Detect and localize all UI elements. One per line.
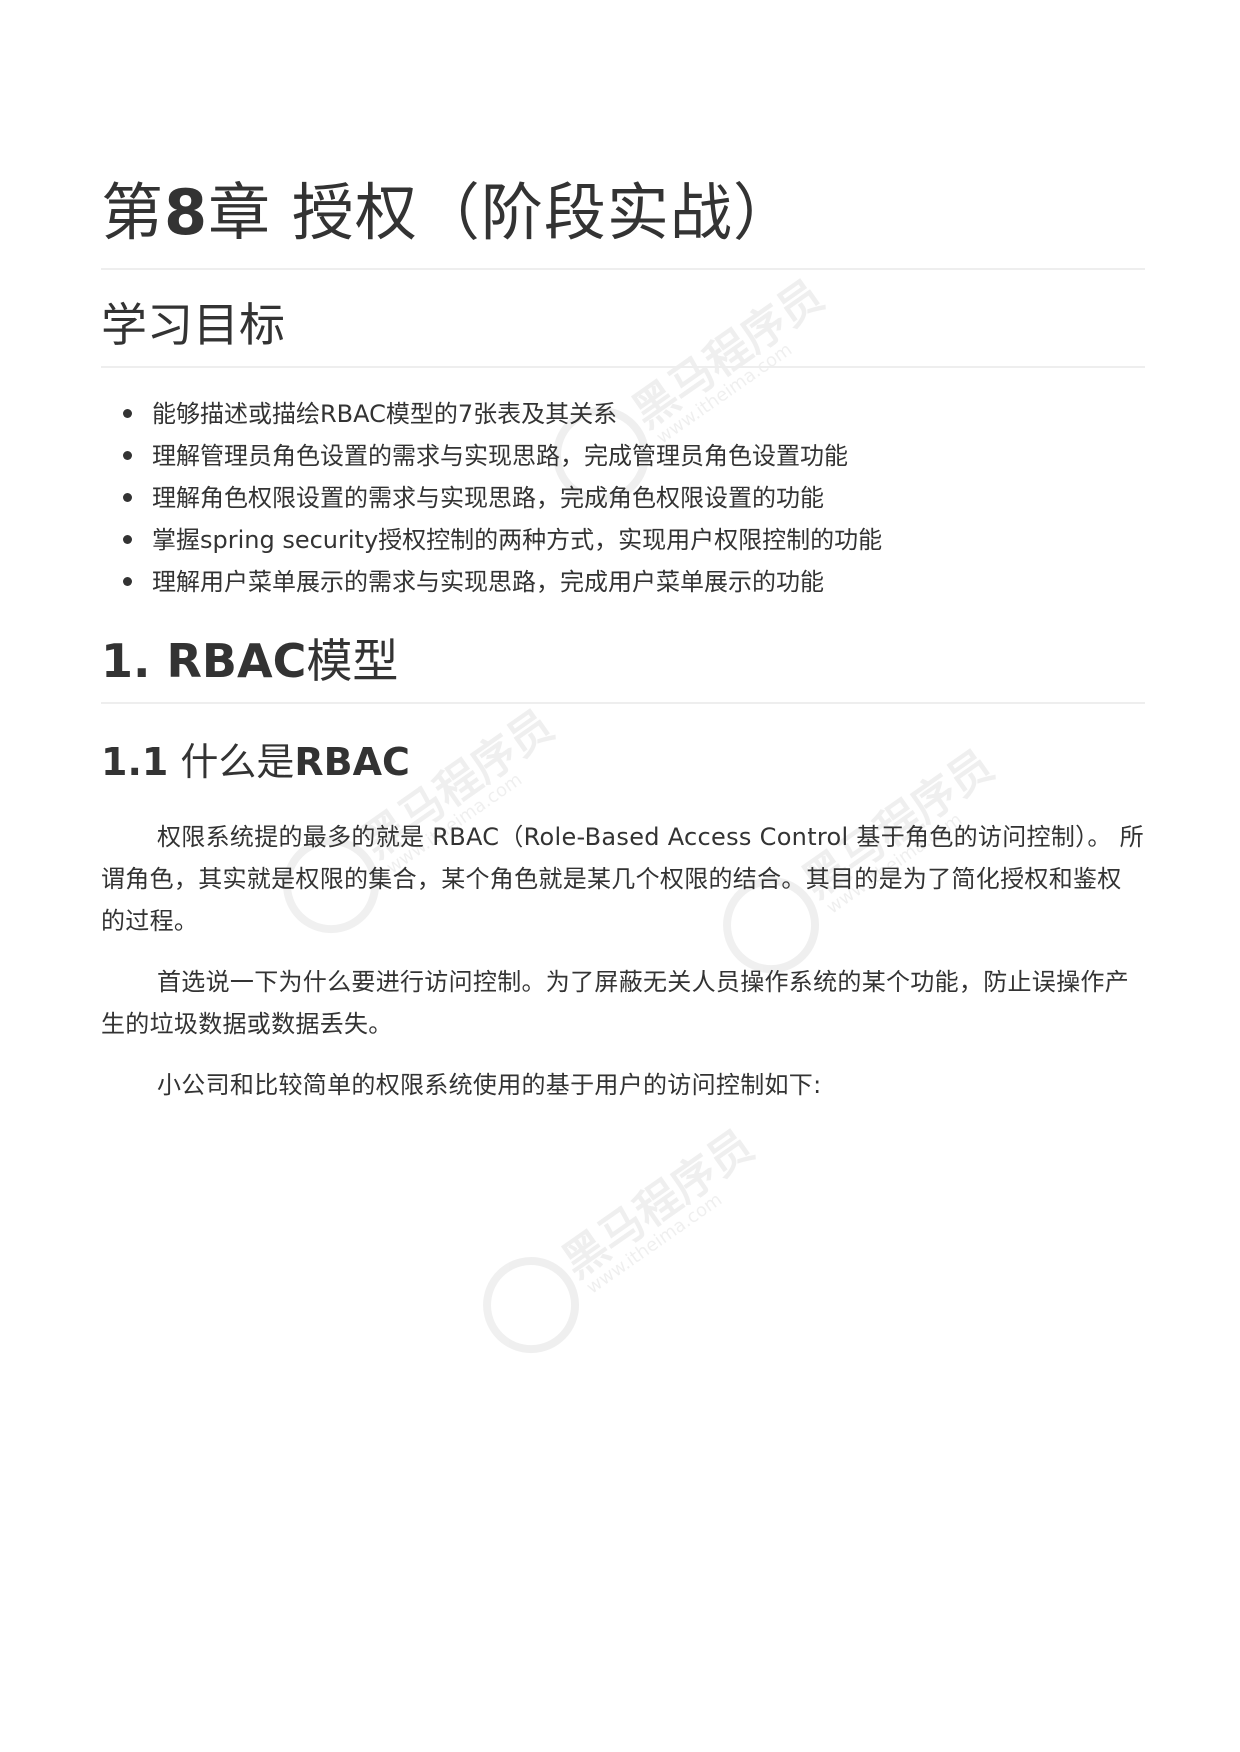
section-1-title: 模型 [306,634,399,688]
chapter-divider [101,268,1145,270]
chapter-prefix: 第 [101,176,165,249]
list-item: 掌握spring security授权控制的两种方式，实现用户权限控制的功能 [101,519,882,561]
bullet-icon [123,409,132,418]
section-1-number: 1. RBAC [101,634,307,688]
bullet-icon [123,577,132,586]
list-item-text: 掌握spring security授权控制的两种方式，实现用户权限控制的功能 [152,526,883,554]
paragraph-access-control-reason: 首选说一下为什么要进行访问控制。为了屏蔽无关人员操作系统的某个功能，防止误操作产… [101,968,1129,1038]
section-1-1-heading: 1.1 什么是RBAC [101,737,410,787]
objectives-heading: 学习目标 [101,295,285,355]
list-item-text: 能够描述或描绘RBAC模型的7张表及其关系 [152,400,618,428]
bullet-icon [123,451,132,460]
section-1-1-number: 1.1 [101,740,169,784]
objectives-divider [101,366,1145,368]
chapter-number: 8 [164,176,209,249]
list-item-text: 理解角色权限设置的需求与实现思路，完成角色权限设置的功能 [152,484,824,512]
section-1-1-title: 什么是 [168,740,295,784]
paragraph-user-based-control: 小公司和比较简单的权限系统使用的基于用户的访问控制如下: [157,1071,822,1099]
list-item-text: 理解用户菜单展示的需求与实现思路，完成用户菜单展示的功能 [152,568,824,596]
list-item: 能够描述或描绘RBAC模型的7张表及其关系 [101,393,882,435]
list-item-text: 理解管理员角色设置的需求与实现思路，完成管理员角色设置功能 [152,442,848,470]
list-item: 理解管理员角色设置的需求与实现思路，完成管理员角色设置功能 [101,435,882,477]
bullet-icon [123,493,132,502]
document-page: 第8章 授权（阶段实战） 学习目标 能够描述或描绘RBAC模型的7张表及其关系 … [101,0,1145,1752]
list-item: 理解用户菜单展示的需求与实现思路，完成用户菜单展示的功能 [101,561,882,603]
objectives-list: 能够描述或描绘RBAC模型的7张表及其关系 理解管理员角色设置的需求与实现思路，… [101,393,882,603]
chapter-suffix: 章 授权（阶段实战） [208,176,796,249]
chapter-title: 第8章 授权（阶段实战） [101,168,796,258]
section-1-divider [101,702,1145,704]
section-1-heading: 1. RBAC模型 [101,631,398,691]
section-1-1-title-bold: RBAC [294,740,410,784]
bullet-icon [123,535,132,544]
objectives-title: 学习目标 [101,298,285,352]
paragraph-rbac-definition: 权限系统提的最多的就是 RBAC（Role-Based Access Contr… [101,823,1144,935]
list-item: 理解角色权限设置的需求与实现思路，完成角色权限设置的功能 [101,477,882,519]
